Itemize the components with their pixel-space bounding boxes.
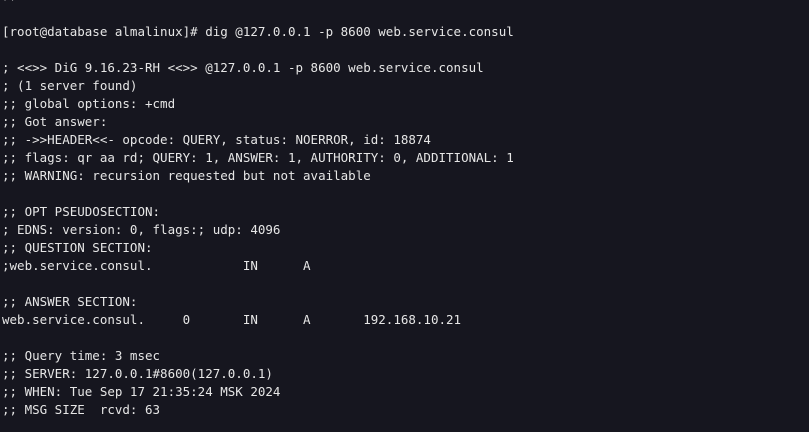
dig-banner-line: ; <<>> DiG 9.16.23-RH <<>> @127.0.0.1 -p…	[2, 60, 484, 75]
server-line: ;; SERVER: 127.0.0.1#8600(127.0.0.1)	[2, 366, 273, 381]
question-section-heading: ;; QUESTION SECTION:	[2, 240, 153, 255]
header-line: ;; ->>HEADER<<- opcode: QUERY, status: N…	[2, 132, 431, 147]
edns-line: ; EDNS: version: 0, flags:; udp: 4096	[2, 222, 281, 237]
query-time-line: ;; Query time: 3 msec	[2, 348, 161, 363]
answer-section-heading: ;; ANSWER SECTION:	[2, 294, 138, 309]
when-line: ;; WHEN: Tue Sep 17 21:35:24 MSK 2024	[2, 384, 281, 399]
terminal-prompt-command: [root@database almalinux]# dig @127.0.0.…	[2, 24, 514, 39]
opt-pseudosection-heading: ;; OPT PSEUDOSECTION:	[2, 204, 161, 219]
server-found-line: ; (1 server found)	[2, 78, 138, 93]
terminal-partial-line: ;;	[2, 0, 17, 4]
question-record-line: ;web.service.consul. IN A	[2, 258, 311, 273]
got-answer-line: ;; Got answer:	[2, 114, 108, 129]
warning-line: ;; WARNING: recursion requested but not …	[2, 168, 371, 183]
terminal-window[interactable]: ;; [root@database almalinux]# dig @127.0…	[0, 0, 809, 432]
msg-size-line: ;; MSG SIZE rcvd: 63	[2, 402, 161, 417]
flags-line: ;; flags: qr aa rd; QUERY: 1, ANSWER: 1,…	[2, 150, 514, 165]
answer-record-line: web.service.consul. 0 IN A 192.168.10.21	[2, 312, 462, 327]
global-options-line: ;; global options: +cmd	[2, 96, 176, 111]
